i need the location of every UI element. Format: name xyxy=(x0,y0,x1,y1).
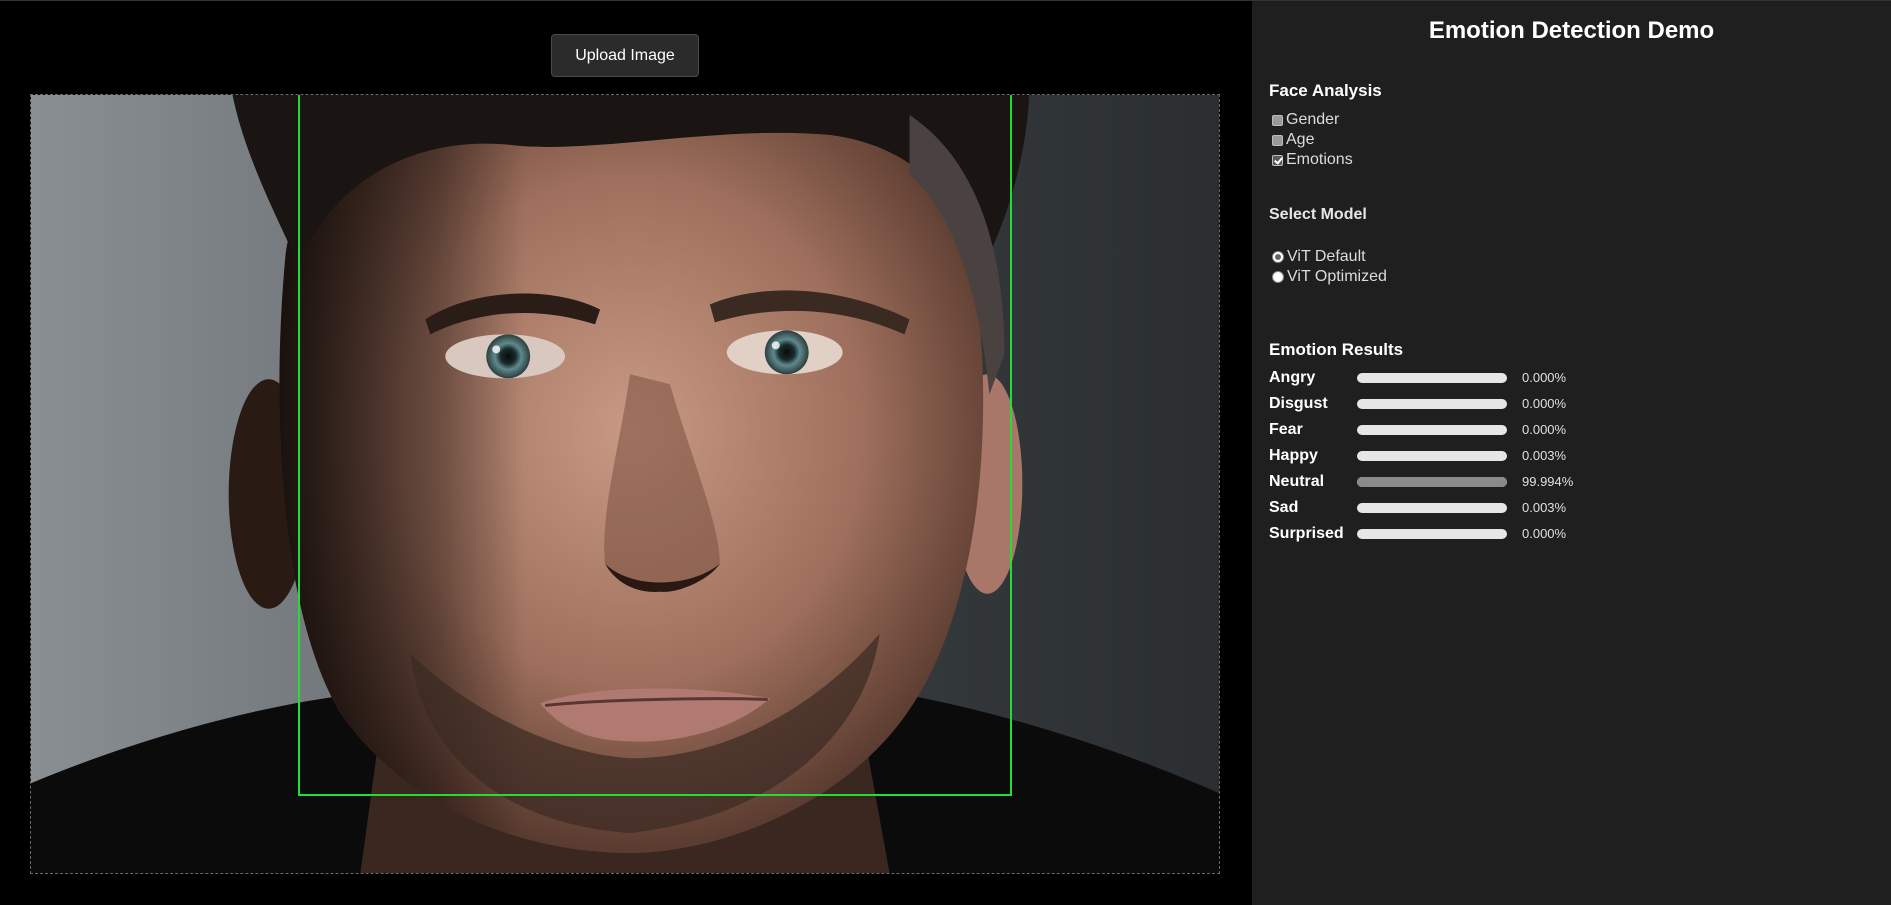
emotion-label: Neutral xyxy=(1269,473,1325,490)
page-title: Emotion Detection Demo xyxy=(1428,17,1715,44)
emotion-value: 0.000% xyxy=(1522,396,1567,411)
emotion-row-happy: Happy 0.003% xyxy=(1269,446,1869,466)
vit-default-radio[interactable] xyxy=(1272,251,1284,263)
emotion-label: Surprised xyxy=(1269,525,1344,542)
model-option-vit-default[interactable]: ViT Default xyxy=(1272,247,1366,267)
emotion-bar xyxy=(1357,425,1507,435)
emotion-value: 0.000% xyxy=(1522,526,1567,541)
emotion-label: Happy xyxy=(1269,447,1318,464)
emotion-label: Fear xyxy=(1269,421,1303,438)
app-root: Upload Image Emotion Detection Demo Face… xyxy=(0,0,1891,905)
emotion-value: 0.000% xyxy=(1522,422,1567,437)
emotion-bar xyxy=(1357,373,1507,383)
face-detection-box xyxy=(298,95,1012,796)
model-option-vit-optimized[interactable]: ViT Optimized xyxy=(1272,267,1387,287)
emotion-value: 0.003% xyxy=(1522,448,1567,463)
gender-checkbox[interactable] xyxy=(1272,114,1283,126)
emotion-bar xyxy=(1357,451,1507,461)
upload-image-button[interactable]: Upload Image xyxy=(551,34,699,77)
vit-optimized-radio[interactable] xyxy=(1272,271,1284,283)
emotion-bar xyxy=(1357,477,1507,487)
emotion-row-sad: Sad 0.003% xyxy=(1269,498,1869,518)
control-panel: Emotion Detection Demo Face Analysis Gen… xyxy=(1252,0,1891,905)
image-drop-area[interactable] xyxy=(30,94,1220,874)
emotion-bar xyxy=(1357,399,1507,409)
face-analysis-heading: Face Analysis xyxy=(1269,81,1382,100)
emotions-label: Emotions xyxy=(1286,151,1353,168)
emotion-row-disgust: Disgust 0.000% xyxy=(1269,394,1869,414)
emotion-value: 0.003% xyxy=(1522,500,1567,515)
emotion-row-fear: Fear 0.000% xyxy=(1269,420,1869,440)
emotion-results-heading: Emotion Results xyxy=(1269,340,1404,359)
emotion-label: Disgust xyxy=(1269,395,1328,412)
select-model-heading: Select Model xyxy=(1269,206,1367,223)
image-viewer: Upload Image xyxy=(0,0,1252,905)
age-option[interactable]: Age xyxy=(1272,130,1314,150)
emotions-option[interactable]: Emotions xyxy=(1272,150,1353,170)
emotion-value: 0.000% xyxy=(1522,370,1567,385)
emotion-row-angry: Angry 0.000% xyxy=(1269,368,1869,388)
age-checkbox[interactable] xyxy=(1272,134,1283,146)
vit-optimized-label: ViT Optimized xyxy=(1287,268,1387,285)
gender-option[interactable]: Gender xyxy=(1272,110,1339,130)
emotion-label: Sad xyxy=(1269,499,1299,516)
gender-label: Gender xyxy=(1286,111,1340,128)
emotions-checkbox[interactable] xyxy=(1272,154,1283,166)
age-label: Age xyxy=(1286,131,1315,148)
emotion-bar xyxy=(1357,503,1507,513)
vit-default-label: ViT Default xyxy=(1287,248,1366,265)
emotion-bar xyxy=(1357,529,1507,539)
emotion-bar-fill xyxy=(1357,477,1507,487)
emotion-row-surprised: Surprised 0.000% xyxy=(1269,524,1869,544)
emotion-row-neutral: Neutral 99.994% xyxy=(1269,472,1869,492)
emotion-label: Angry xyxy=(1269,369,1316,386)
emotion-value: 99.994% xyxy=(1522,474,1574,489)
